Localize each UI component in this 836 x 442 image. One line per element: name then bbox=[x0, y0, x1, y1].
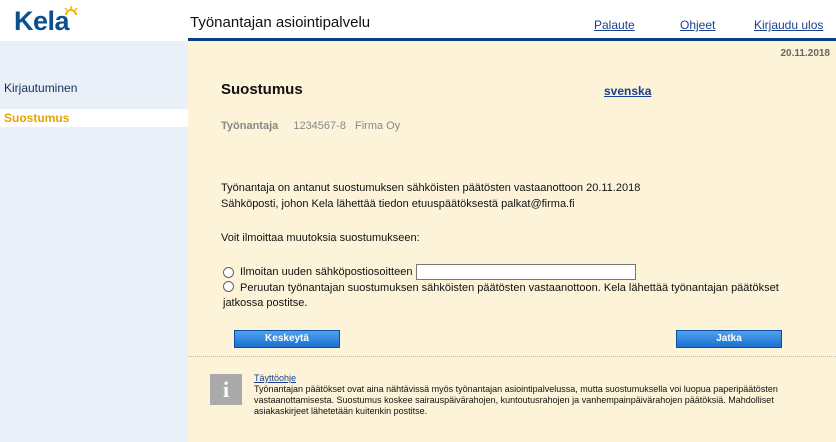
service-title: Työnantajan asiointipalvelu bbox=[190, 14, 371, 31]
language-link-swedish[interactable]: svenska bbox=[604, 84, 651, 98]
page-title: Suostumus bbox=[221, 81, 303, 98]
consent-status-text: Työnantaja on antanut suostumuksen sähkö… bbox=[221, 182, 641, 194]
employer-name: Firma Oy bbox=[355, 120, 401, 132]
change-prompt: Voit ilmoittaa muutoksia suostumukseen: bbox=[221, 232, 420, 244]
next-button[interactable]: Jatka bbox=[676, 330, 782, 348]
info-icon: i bbox=[210, 374, 242, 405]
option-new-email-label: Ilmoitan uuden sähköpostiosoitteen bbox=[240, 266, 413, 278]
sidebar-item-consent[interactable]: Suostumus bbox=[0, 109, 188, 127]
radio-new-email[interactable] bbox=[223, 266, 234, 278]
consent-email-text: Sähköposti, johon Kela lähettää tiedon e… bbox=[221, 198, 575, 210]
employer-info: Työnantaja 1234567-8 Firma Oy bbox=[221, 120, 400, 132]
option-new-email-row: Ilmoitan uuden sähköpostiosoitteen bbox=[223, 264, 637, 280]
sidebar-item-login[interactable]: Kirjautuminen bbox=[0, 79, 188, 97]
help-text: Työnantajan päätökset ovat aina nähtävis… bbox=[254, 384, 778, 416]
employer-label: Työnantaja bbox=[221, 120, 279, 132]
feedback-link[interactable]: Palaute bbox=[594, 18, 635, 32]
header: Kela Työnantajan asiointipalvelu Palaute… bbox=[0, 0, 836, 41]
option-cancel-label: Peruutan työnantajan suostumuksen sähköi… bbox=[223, 282, 779, 309]
help-divider bbox=[188, 356, 836, 357]
new-email-input[interactable] bbox=[416, 264, 637, 280]
employer-id: 1234567-8 bbox=[293, 120, 346, 132]
option-cancel-row: Peruutan työnantajan suostumuksen sähköi… bbox=[223, 281, 783, 311]
radio-cancel-consent[interactable] bbox=[223, 281, 234, 292]
logout-link[interactable]: Kirjaudu ulos bbox=[754, 18, 823, 32]
kela-logo[interactable]: Kela bbox=[14, 6, 70, 37]
sidebar: Kirjautuminen Suostumus bbox=[0, 41, 188, 442]
fill-instructions-link[interactable]: Täyttöohje bbox=[254, 373, 296, 383]
sun-icon bbox=[64, 6, 78, 16]
cancel-button[interactable]: Keskeytä bbox=[234, 330, 340, 348]
current-date: 20.11.2018 bbox=[780, 48, 831, 59]
help-link-top[interactable]: Ohjeet bbox=[680, 18, 715, 32]
main-content: 20.11.2018 Suostumus svenska Työnantaja … bbox=[188, 41, 836, 442]
